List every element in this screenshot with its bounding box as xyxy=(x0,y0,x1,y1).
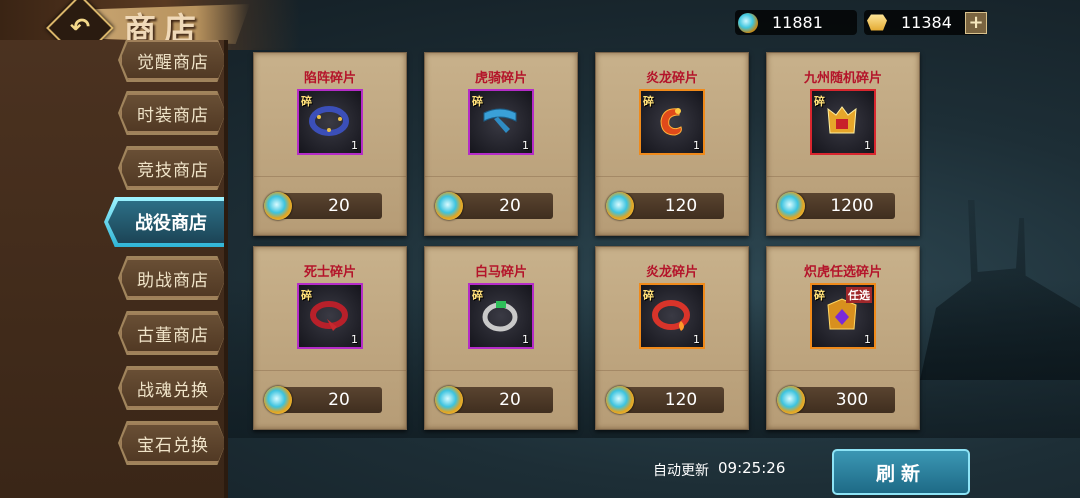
fragment-tag: 碎 xyxy=(814,289,825,302)
fragment-tag: 碎 xyxy=(814,95,825,108)
fragment-tag: 碎 xyxy=(301,95,312,108)
gem-amount: 11881 xyxy=(772,13,823,32)
shop-item-card[interactable]: 炎龙碎片 碎 1 120 xyxy=(595,246,749,430)
shop-item-card[interactable]: 陷阵碎片 碎 1 20 xyxy=(253,52,407,236)
item-quantity: 1 xyxy=(522,139,529,152)
shop-item-card[interactable]: 死士碎片 碎 1 20 xyxy=(253,246,407,430)
price-bar: 20 xyxy=(264,386,382,414)
item-price: 20 xyxy=(328,390,350,410)
fragment-tag: 碎 xyxy=(643,289,654,302)
tab-arena-shop[interactable]: 竞技商店 xyxy=(120,148,224,188)
tab-support-shop[interactable]: 助战商店 xyxy=(120,258,224,298)
gold-ingot-icon xyxy=(867,14,887,31)
card-divider xyxy=(767,370,919,371)
shop-item-card[interactable]: 虎骑碎片 碎 1 20 xyxy=(424,52,578,236)
gem-coin-icon xyxy=(606,386,634,414)
price-bar: 20 xyxy=(435,192,553,220)
fragment-tag: 碎 xyxy=(643,95,654,108)
gem-coin-icon xyxy=(435,192,463,220)
price-bar: 300 xyxy=(777,386,895,414)
refresh-countdown: 09:25:26 xyxy=(718,459,786,477)
item-name: 炽虎任选碎片 xyxy=(803,265,882,280)
shop-item-card[interactable]: 九州随机碎片 碎 1 1200 xyxy=(766,52,920,236)
shop-item-card[interactable]: 炽虎任选碎片 碎 任选 1 300 xyxy=(766,246,920,430)
item-price: 120 xyxy=(664,196,698,216)
item-slot[interactable]: 碎 任选 1 xyxy=(810,283,876,349)
price-bar: 20 xyxy=(435,386,553,414)
item-price: 20 xyxy=(499,196,521,216)
green-ring-icon xyxy=(482,301,518,332)
tab-fashion-shop[interactable]: 时装商店 xyxy=(120,93,224,133)
gem-coin-icon xyxy=(435,386,463,414)
price-bar: 120 xyxy=(606,386,724,414)
item-name: 陷阵碎片 xyxy=(303,71,356,86)
item-name: 白马碎片 xyxy=(474,265,527,280)
item-quantity: 1 xyxy=(522,333,529,346)
refresh-button[interactable]: 刷新 xyxy=(832,449,970,495)
item-price: 120 xyxy=(664,390,698,410)
gem-coin-icon xyxy=(264,386,292,414)
choice-tag: 任选 xyxy=(846,287,872,303)
fragment-tag: 碎 xyxy=(301,289,312,302)
card-divider xyxy=(425,370,577,371)
gem-coin-icon xyxy=(264,192,292,220)
item-name: 炎龙碎片 xyxy=(645,265,698,280)
item-name: 炎龙碎片 xyxy=(645,71,698,86)
card-divider xyxy=(596,176,748,177)
price-bar: 20 xyxy=(264,192,382,220)
item-quantity: 1 xyxy=(693,139,700,152)
gem-coin-icon xyxy=(606,192,634,220)
tab-awaken-shop[interactable]: 觉醒商店 xyxy=(120,40,224,80)
item-name: 九州随机碎片 xyxy=(803,71,882,86)
card-divider xyxy=(254,370,406,371)
tab-war-soul-exchange[interactable]: 战魂兑换 xyxy=(120,368,224,408)
item-slot[interactable]: 碎 1 xyxy=(639,89,705,155)
tab-antique-shop[interactable]: 古董商店 xyxy=(120,313,224,353)
auto-refresh-label: 自动更新 xyxy=(653,463,709,479)
golden-armor-icon xyxy=(827,106,857,134)
flame-ring-icon xyxy=(652,300,690,331)
price-bar: 120 xyxy=(606,192,724,220)
item-name: 虎骑碎片 xyxy=(474,71,527,86)
shop-item-card[interactable]: 炎龙碎片 碎 1 120 xyxy=(595,52,749,236)
gem-coin-icon xyxy=(777,386,805,414)
fire-dragon-icon xyxy=(660,108,682,136)
item-slot[interactable]: 碎 1 xyxy=(297,283,363,349)
item-price: 20 xyxy=(499,390,521,410)
gem-counter: 11881 xyxy=(735,10,857,35)
fragment-tag: 碎 xyxy=(472,95,483,108)
price-bar: 1200 xyxy=(777,192,895,220)
item-price: 20 xyxy=(328,196,350,216)
gold-amount: 11384 xyxy=(901,13,952,32)
item-slot[interactable]: 碎 1 xyxy=(297,89,363,155)
item-slot[interactable]: 碎 1 xyxy=(810,89,876,155)
item-price: 300 xyxy=(835,390,869,410)
tab-campaign-shop[interactable]: 战役商店 xyxy=(108,201,224,243)
item-price: 1200 xyxy=(830,196,874,216)
item-name: 死士碎片 xyxy=(303,265,356,280)
item-quantity: 1 xyxy=(864,139,871,152)
item-slot[interactable]: 碎 1 xyxy=(468,283,534,349)
fragment-tag: 碎 xyxy=(472,289,483,302)
purple-ring-icon xyxy=(309,106,349,136)
shop-item-card[interactable]: 白马碎片 碎 1 20 xyxy=(424,246,578,430)
item-slot[interactable]: 碎 1 xyxy=(639,283,705,349)
card-divider xyxy=(767,176,919,177)
card-divider xyxy=(596,370,748,371)
item-quantity: 1 xyxy=(351,139,358,152)
card-divider xyxy=(254,176,406,177)
item-quantity: 1 xyxy=(351,333,358,346)
blue-belt-icon xyxy=(483,108,517,133)
add-gold-button[interactable]: + xyxy=(965,12,987,34)
card-divider xyxy=(425,176,577,177)
item-quantity: 1 xyxy=(693,333,700,346)
gem-coin-icon xyxy=(777,192,805,220)
red-belt-icon xyxy=(310,301,348,331)
gem-icon xyxy=(738,12,758,33)
item-quantity: 1 xyxy=(864,333,871,346)
shop-sidebar: 觉醒商店 时装商店 竞技商店 战役商店 助战商店 古董商店 战魂兑换 宝石兑换 xyxy=(0,40,228,498)
tab-gem-exchange[interactable]: 宝石兑换 xyxy=(120,423,224,463)
item-slot[interactable]: 碎 1 xyxy=(468,89,534,155)
